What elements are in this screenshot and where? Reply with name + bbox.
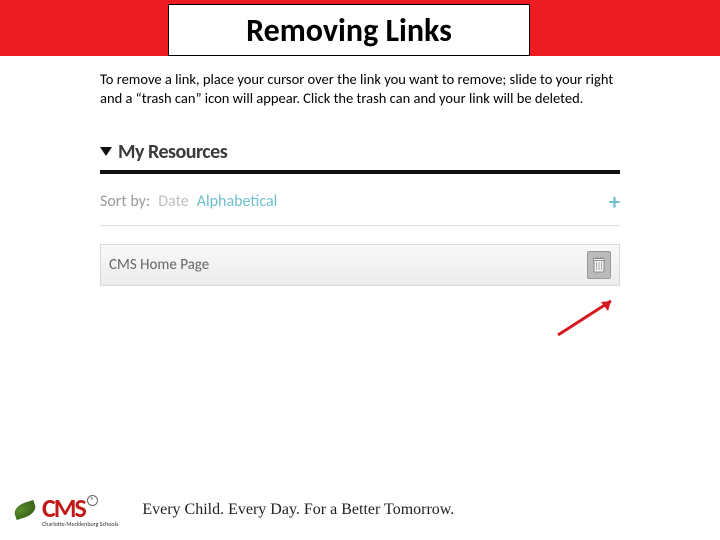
slide-footer: CMS ® Charlotte-Mecklenburg Schools Ever… (0, 480, 720, 540)
section-title: My Resources (118, 140, 227, 164)
trash-can-button[interactable] (587, 251, 611, 279)
section-header[interactable]: My Resources (100, 140, 620, 174)
sort-label: Sort by: (100, 192, 150, 211)
sort-by-date[interactable]: Date (158, 192, 189, 211)
trash-can-icon (593, 257, 605, 273)
collapse-triangle-icon[interactable] (100, 147, 112, 156)
instruction-text: To remove a link, place your cursor over… (100, 70, 620, 108)
title-box: Removing Links (168, 4, 530, 56)
leaf-icon (12, 500, 37, 520)
sort-options: Sort by: Date Alphabetical (100, 192, 277, 211)
resource-link-row[interactable]: CMS Home Page (100, 244, 620, 286)
sort-row: Sort by: Date Alphabetical + (100, 188, 620, 226)
my-resources-widget: My Resources Sort by: Date Alphabetical … (100, 140, 620, 286)
add-resource-icon[interactable]: + (609, 188, 620, 215)
callout-arrow (553, 297, 623, 342)
cms-logo: CMS ® Charlotte-Mecklenburg Schools (14, 492, 118, 528)
slide-header: Removing Links (0, 0, 720, 56)
slogan-text: Every Child. Every Day. For a Better Tom… (142, 501, 454, 519)
logo-subtext: Charlotte-Mecklenburg Schools (42, 520, 118, 528)
resource-link-label[interactable]: CMS Home Page (109, 256, 209, 274)
slide-title: Removing Links (246, 11, 452, 50)
registered-mark: ® (87, 495, 98, 506)
sort-by-alpha[interactable]: Alphabetical (197, 192, 278, 211)
